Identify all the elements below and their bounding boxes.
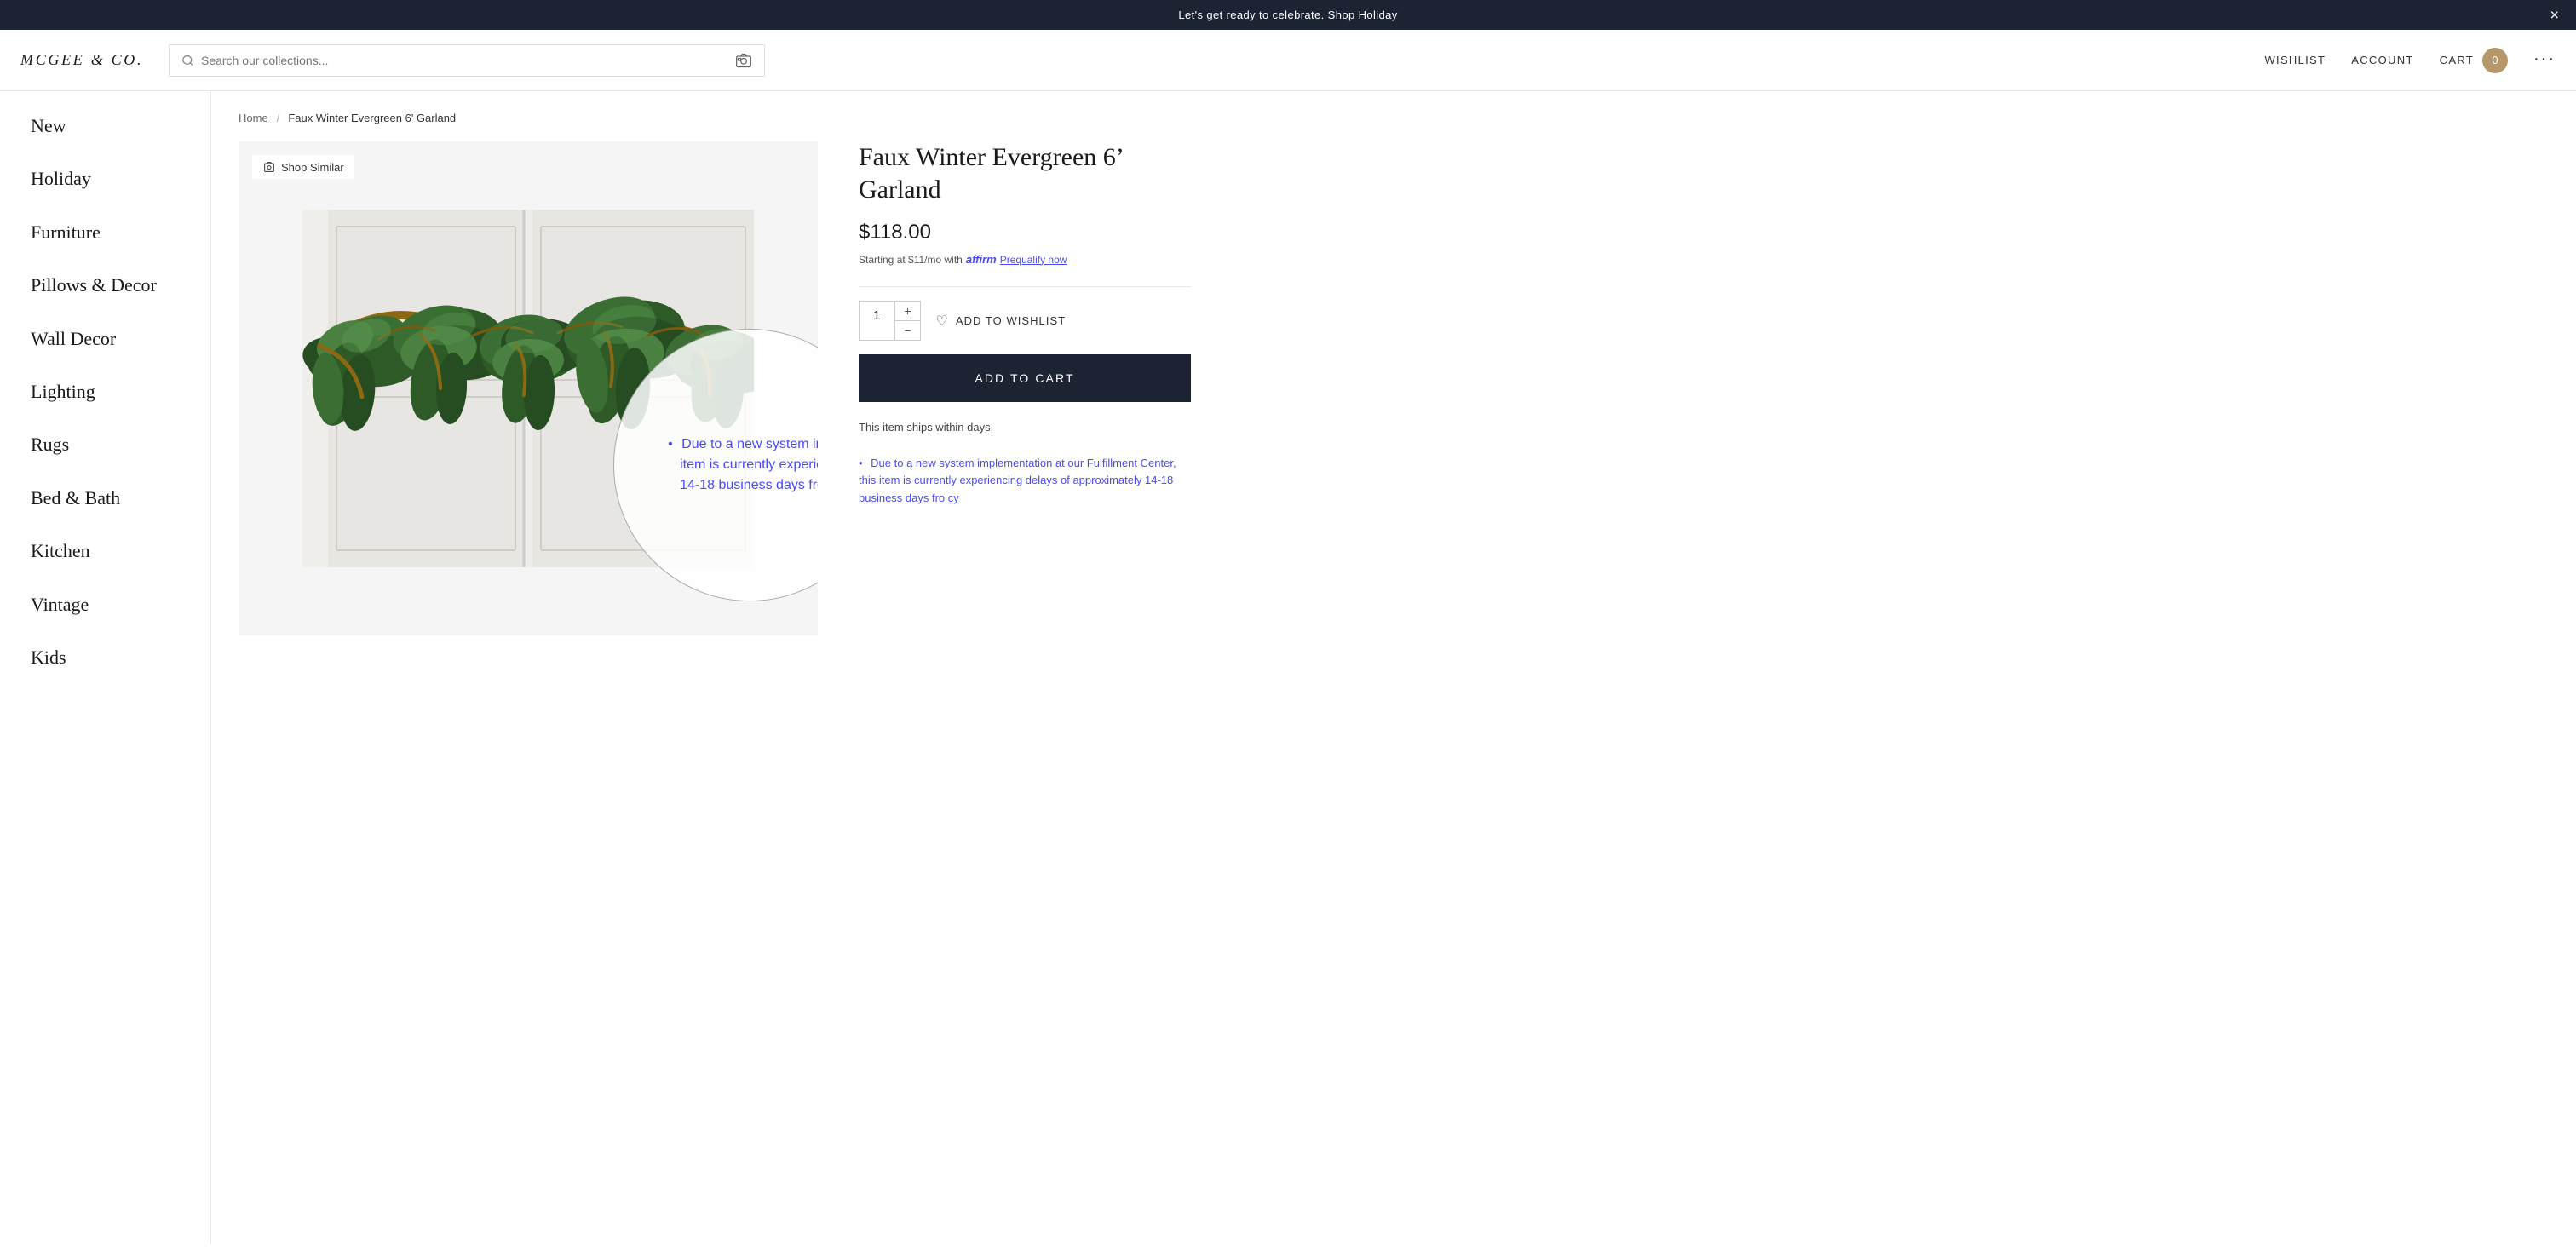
sidebar-item-label: Rugs [31, 434, 69, 455]
breadcrumb-separator: / [277, 112, 280, 124]
quantity-decrease-button[interactable]: − [894, 321, 919, 340]
quantity-buttons: + − [894, 302, 919, 340]
wishlist-button[interactable]: WISHLIST [2264, 54, 2326, 66]
divider [859, 286, 1191, 287]
sidebar-item-lighting[interactable]: Lighting [0, 365, 210, 418]
quantity-control: 1 + − [859, 301, 921, 341]
header: McGEE & CO. WISHLIST ACCOUNT CART 0 ··· [0, 30, 2576, 91]
breadcrumb-current: Faux Winter Evergreen 6' Garland [288, 112, 456, 124]
announcement-bar: Let's get ready to celebrate. Shop Holid… [0, 0, 2576, 30]
logo[interactable]: McGEE & CO. [20, 51, 143, 69]
shop-similar-label: Shop Similar [281, 161, 344, 174]
main-layout: New Holiday Furniture Pillows & Decor Wa… [0, 91, 2576, 1244]
sidebar-item-label: Holiday [31, 168, 91, 189]
sidebar-item-label: Pillows & Decor [31, 274, 157, 296]
affirm-prequalify-link[interactable]: Prequalify now [1000, 254, 1067, 266]
camera-icon[interactable] [735, 52, 752, 69]
shop-similar-button[interactable]: Shop Similar [252, 155, 354, 179]
product-image-area: Shop Similar [239, 141, 818, 635]
cart-label: CART [2440, 54, 2474, 66]
ships-info: This item ships within days. • Due to a … [859, 419, 1191, 508]
sidebar-item-furniture[interactable]: Furniture [0, 206, 210, 259]
sidebar-item-holiday[interactable]: Holiday [0, 152, 210, 205]
heart-icon: ♡ [936, 313, 949, 330]
sidebar-item-label: Kitchen [31, 540, 90, 561]
affirm-logo: affirm [966, 253, 997, 266]
qty-wishlist-row: 1 + − ♡ ADD TO WISHLIST [859, 301, 1191, 341]
sidebar-item-kids[interactable]: Kids [0, 631, 210, 684]
search-input[interactable] [201, 54, 728, 67]
quantity-value: 1 [860, 302, 894, 340]
cart-button[interactable]: CART 0 [2440, 48, 2508, 73]
camera-scan-icon [262, 160, 276, 174]
policy-link[interactable]: cy [948, 491, 959, 504]
wishlist-label: ADD TO WISHLIST [956, 314, 1066, 327]
sidebar-item-pillows-decor[interactable]: Pillows & Decor [0, 259, 210, 312]
affirm-line: Starting at $11/mo with affirm Prequalif… [859, 253, 1191, 266]
cart-badge: 0 [2482, 48, 2508, 73]
sidebar-item-wall-decor[interactable]: Wall Decor [0, 313, 210, 365]
breadcrumb: Home / Faux Winter Evergreen 6' Garland [239, 112, 2549, 124]
search-icons [735, 52, 752, 69]
product-image [239, 141, 818, 635]
announcement-close-button[interactable]: × [2550, 6, 2559, 24]
sidebar-item-label: New [31, 115, 66, 136]
search-bar[interactable] [169, 44, 765, 77]
breadcrumb-home[interactable]: Home [239, 112, 268, 124]
sidebar-item-label: Vintage [31, 594, 89, 615]
sidebar-item-rugs[interactable]: Rugs [0, 418, 210, 471]
content-area: Home / Faux Winter Evergreen 6' Garland … [211, 91, 2576, 1244]
account-button[interactable]: ACCOUNT [2351, 54, 2413, 66]
sidebar-item-label: Bed & Bath [31, 487, 120, 509]
product-title: Faux Winter Evergreen 6’ Garland [859, 141, 1191, 205]
header-right: WISHLIST ACCOUNT CART 0 ··· [2264, 48, 2556, 73]
sidebar: New Holiday Furniture Pillows & Decor Wa… [0, 91, 211, 1244]
sidebar-item-bed-bath[interactable]: Bed & Bath [0, 472, 210, 525]
sidebar-item-new[interactable]: New [0, 100, 210, 152]
product-price: $118.00 [859, 221, 1191, 244]
affirm-prefix: Starting at $11/mo with [859, 254, 963, 266]
garland-svg [302, 210, 754, 567]
ships-intro: This item ships within [859, 421, 964, 434]
sidebar-item-label: Wall Decor [31, 328, 116, 349]
sidebar-item-label: Kids [31, 646, 66, 668]
product-section: Shop Similar [239, 141, 2549, 635]
more-button[interactable]: ··· [2533, 50, 2556, 70]
add-to-cart-button[interactable]: ADD TO CART [859, 354, 1191, 402]
product-info: Faux Winter Evergreen 6’ Garland $118.00… [859, 141, 1191, 635]
logo-text: McGEE & CO. [20, 51, 143, 68]
search-icon [181, 54, 194, 67]
delay-text: • Due to a new system implementation at … [859, 457, 1176, 505]
sidebar-item-kitchen[interactable]: Kitchen [0, 525, 210, 578]
quantity-increase-button[interactable]: + [894, 302, 919, 321]
add-to-wishlist-button[interactable]: ♡ ADD TO WISHLIST [936, 313, 1067, 330]
announcement-text: Let's get ready to celebrate. Shop Holid… [1178, 9, 1397, 21]
sidebar-item-vintage[interactable]: Vintage [0, 578, 210, 631]
sidebar-item-label: Furniture [31, 221, 101, 243]
sidebar-item-label: Lighting [31, 381, 95, 402]
ships-days: days. [967, 421, 993, 434]
